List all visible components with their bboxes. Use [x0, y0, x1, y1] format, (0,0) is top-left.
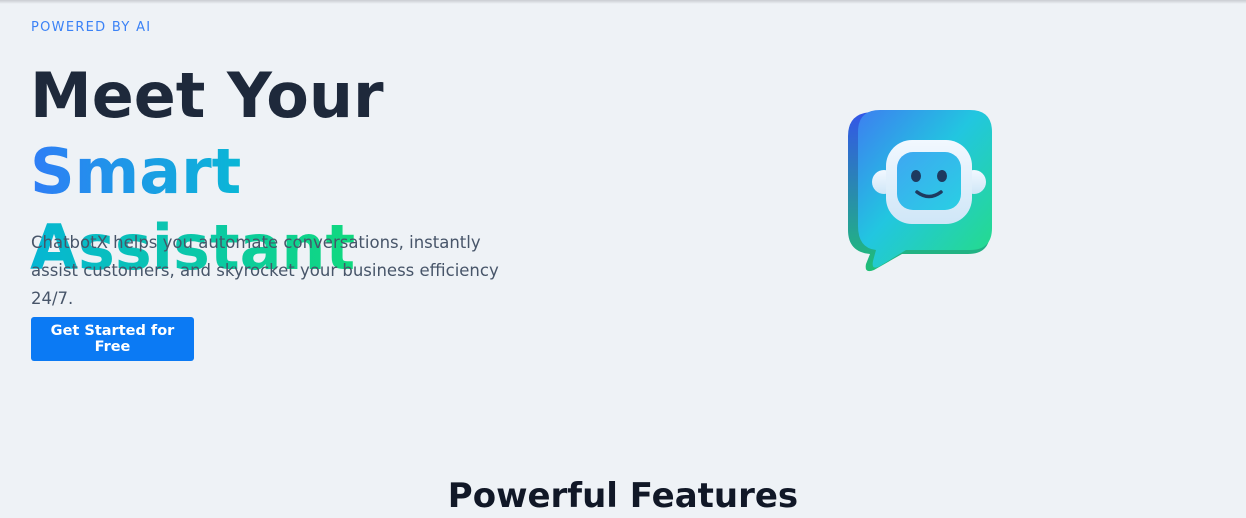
- features-title: Powerful Features: [447, 476, 799, 516]
- hero-title-prefix: Meet Your: [30, 59, 384, 132]
- get-started-button[interactable]: Get Started for Free: [31, 317, 194, 361]
- robot-chat-bubble-icon: [848, 110, 992, 272]
- hero-title-highlight-smart: Smart: [30, 135, 242, 208]
- eyebrow-label: POWERED BY AI: [31, 20, 152, 35]
- hero-description: ChatbotX helps you automate conversation…: [31, 233, 499, 308]
- header-shadow: [0, 0, 1246, 4]
